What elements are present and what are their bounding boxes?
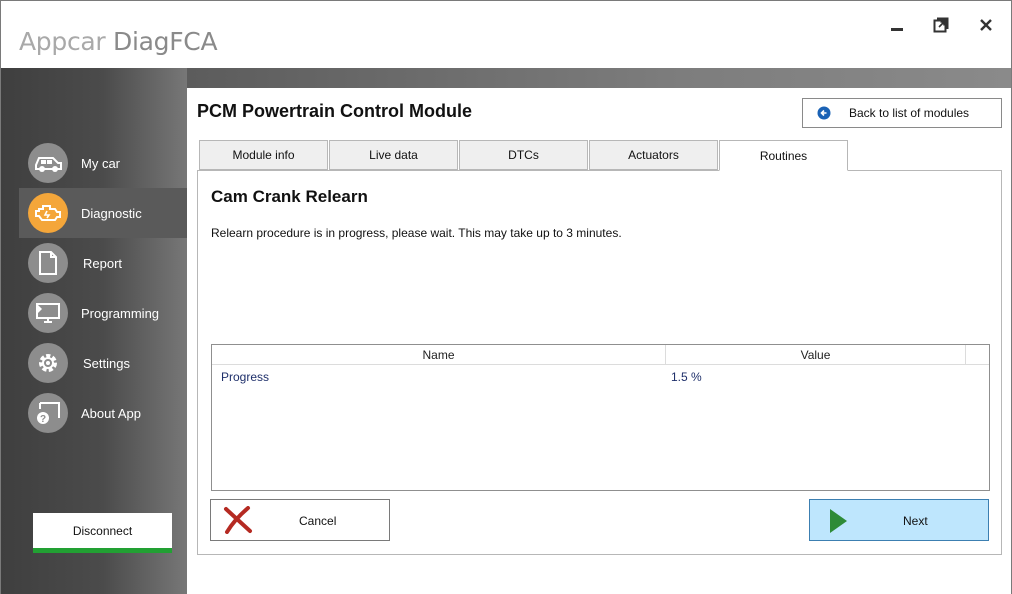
close-icon [980, 19, 992, 31]
routine-data-grid[interactable]: Name Value Progress 1.5 % [211, 344, 990, 491]
tab-dtcs[interactable]: DTCs [459, 140, 588, 170]
sidebar-item-settings[interactable]: Settings [19, 338, 187, 388]
tab-module-info[interactable]: Module info [199, 140, 328, 170]
tab-live-data[interactable]: Live data [329, 140, 458, 170]
back-to-modules-button[interactable]: Back to list of modules [802, 98, 1002, 128]
engine-icon [28, 193, 68, 233]
sidebar-item-diagnostic[interactable]: Diagnostic [19, 188, 187, 238]
sidebar-item-about-app[interactable]: ? About App [19, 388, 187, 438]
minimize-button[interactable] [886, 15, 908, 35]
back-to-modules-label: Back to list of modules [849, 106, 970, 120]
routine-title: Cam Crank Relearn [211, 187, 368, 206]
document-icon [28, 243, 68, 283]
sidebar-item-report[interactable]: Report [19, 238, 187, 288]
sidebar-item-label: Settings [83, 355, 130, 371]
restore-icon [933, 17, 949, 33]
sidebar: My car Diagnostic Report Programming Set… [1, 68, 187, 594]
monitor-icon [28, 293, 68, 333]
car-icon [28, 143, 68, 183]
sidebar-item-label: Diagnostic [81, 205, 142, 221]
cell-value: 1.5 % [671, 369, 702, 384]
sidebar-item-label: About App [81, 405, 141, 421]
gear-icon [28, 343, 68, 383]
app-title-product: DiagFCA [113, 27, 218, 56]
cancel-button[interactable]: Cancel [210, 499, 390, 541]
app-window: Appcar DiagFCA My car Diagnostic Report … [0, 0, 1012, 594]
routines-panel: Cam Crank Relearn Relearn procedure is i… [197, 170, 1002, 555]
maximize-button[interactable] [930, 15, 952, 35]
title-bar: Appcar DiagFCA [1, 1, 1011, 68]
sidebar-item-label: Programming [81, 305, 160, 321]
column-header-value[interactable]: Value [666, 345, 966, 365]
tab-routines[interactable]: Routines [719, 140, 848, 171]
minimize-icon [891, 28, 903, 31]
cancel-label: Cancel [299, 514, 337, 528]
grid-header: Name Value [212, 345, 989, 365]
close-button[interactable] [975, 15, 997, 35]
table-row[interactable]: Progress 1.5 % [212, 366, 989, 387]
sidebar-item-programming[interactable]: Programming [19, 288, 187, 338]
next-button[interactable]: Next [809, 499, 989, 541]
page-title: PCM Powertrain Control Module [197, 101, 473, 121]
cell-name: Progress [221, 369, 270, 384]
play-arrow-icon [828, 508, 848, 537]
tab-actuators[interactable]: Actuators [589, 140, 718, 170]
help-window-icon: ? [28, 393, 68, 433]
column-header-name[interactable]: Name [212, 345, 666, 365]
cancel-x-icon [223, 506, 253, 537]
routine-status-message: Relearn procedure is in progress, please… [211, 226, 622, 240]
main-content: PCM Powertrain Control Module Back to li… [187, 88, 1011, 594]
svg-text:?: ? [40, 414, 46, 425]
disconnect-button[interactable]: Disconnect [33, 513, 172, 553]
sidebar-item-label: Report [83, 255, 123, 271]
header-band [187, 68, 1011, 88]
sidebar-item-my-car[interactable]: My car [19, 138, 187, 188]
next-label: Next [903, 514, 928, 528]
back-arrow-icon [817, 106, 831, 120]
sidebar-item-label: My car [81, 155, 120, 171]
app-title-brand: Appcar [19, 27, 106, 56]
app-title: Appcar DiagFCA [19, 27, 218, 56]
